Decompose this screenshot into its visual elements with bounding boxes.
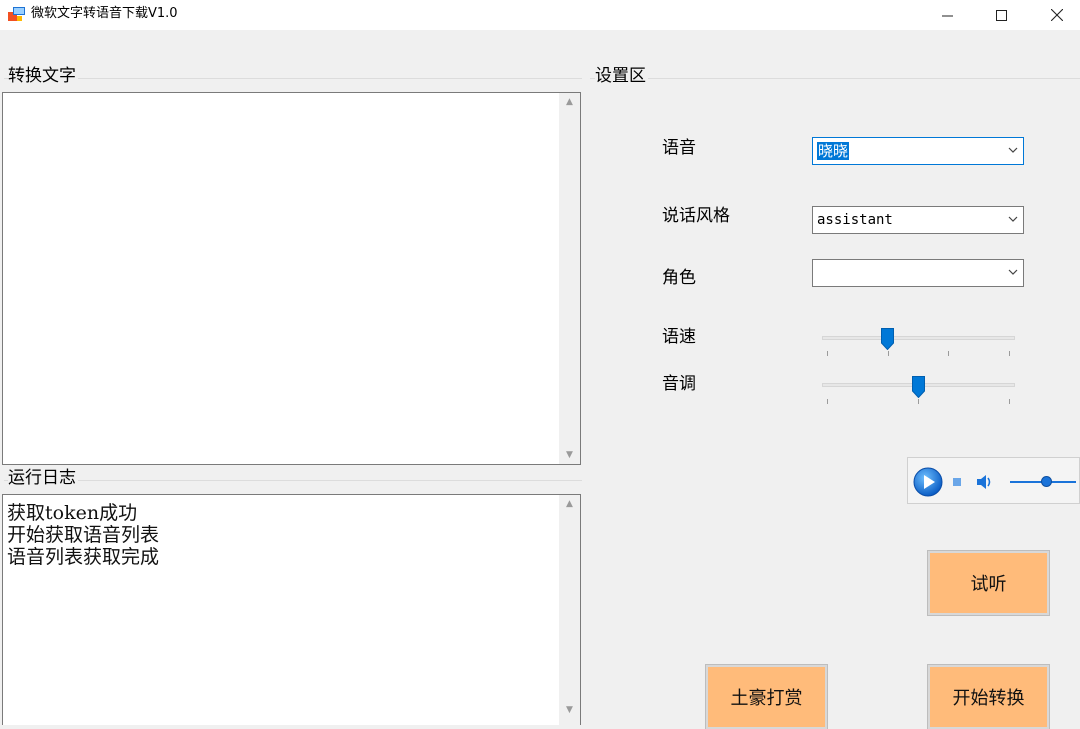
convert-text-input[interactable]: ▲ ▼ — [2, 92, 581, 465]
play-icon[interactable] — [913, 467, 943, 497]
close-button[interactable] — [1034, 0, 1080, 30]
log-scrollbar[interactable]: ▲ ▼ — [559, 495, 580, 726]
log-lines: 获取token成功 开始获取语音列表 语音列表获取完成 — [7, 502, 547, 568]
window-title: 微软文字转语音下载V1.0 — [31, 6, 178, 21]
speed-slider-track — [822, 336, 1015, 340]
style-select[interactable]: assistant — [812, 206, 1024, 234]
pitch-slider[interactable] — [822, 374, 1015, 404]
log-line: 开始获取语音列表 — [7, 524, 160, 546]
speed-slider-thumb[interactable] — [881, 328, 894, 350]
log-line: 获取token成功 — [7, 502, 138, 524]
slider-tick — [827, 351, 828, 356]
maximize-icon — [995, 9, 1007, 21]
voice-label: 语音 — [662, 138, 696, 158]
slider-tick — [888, 351, 889, 356]
settings-group-border — [590, 78, 1080, 79]
log-line: 语音列表获取完成 — [7, 546, 160, 568]
slider-tick — [918, 399, 919, 404]
log-group-title: 运行日志 — [8, 468, 78, 488]
scroll-down-icon[interactable]: ▼ — [561, 705, 578, 715]
volume-slider-knob[interactable] — [1041, 476, 1052, 487]
scroll-up-icon[interactable]: ▲ — [561, 499, 578, 509]
scroll-up-icon[interactable]: ▲ — [561, 97, 578, 107]
chevron-down-icon — [1008, 147, 1018, 153]
start-convert-button[interactable]: 开始转换 — [927, 664, 1050, 729]
scroll-down-icon[interactable]: ▼ — [561, 450, 578, 460]
title-bar: 微软文字转语音下载V1.0 — [0, 0, 1080, 30]
chevron-down-icon — [1008, 269, 1018, 275]
tip-button[interactable]: 土豪打赏 — [705, 664, 828, 729]
volume-icon[interactable] — [976, 474, 994, 490]
voice-select[interactable]: 晓晓 — [812, 137, 1024, 165]
pitch-label: 音调 — [662, 374, 696, 394]
slider-tick — [827, 399, 828, 404]
text-group-border — [4, 78, 582, 79]
minimize-button[interactable] — [924, 0, 970, 30]
stop-icon[interactable] — [952, 477, 962, 487]
text-scrollbar[interactable]: ▲ ▼ — [559, 93, 580, 464]
style-label: 说话风格 — [662, 206, 730, 226]
speed-label: 语速 — [662, 327, 696, 347]
role-label: 角色 — [662, 268, 696, 288]
close-icon — [1051, 9, 1063, 21]
text-group-title: 转换文字 — [8, 66, 78, 86]
slider-tick — [948, 351, 949, 356]
pitch-slider-thumb[interactable] — [912, 376, 925, 398]
maximize-button[interactable] — [978, 0, 1024, 30]
speed-slider[interactable] — [822, 326, 1015, 356]
settings-group-title: 设置区 — [595, 66, 648, 86]
minimize-icon — [941, 15, 953, 16]
slider-tick — [1009, 351, 1010, 356]
role-select[interactable] — [812, 259, 1024, 287]
slider-tick — [1009, 399, 1010, 404]
chevron-down-icon — [1008, 216, 1018, 222]
media-player — [907, 457, 1080, 504]
app-icon — [8, 7, 25, 21]
style-select-value: assistant — [817, 212, 893, 228]
voice-select-value: 晓晓 — [817, 142, 850, 160]
preview-button[interactable]: 试听 — [927, 550, 1050, 616]
log-group-border — [4, 480, 582, 481]
